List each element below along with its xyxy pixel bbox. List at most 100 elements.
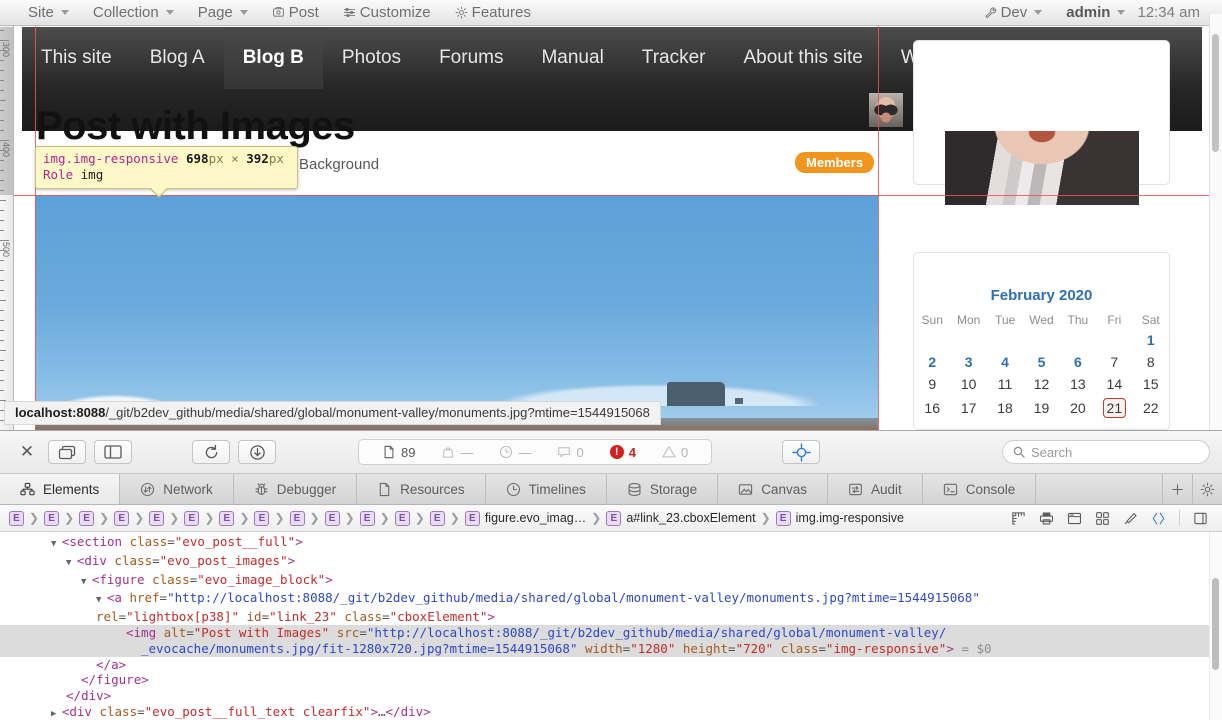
reload-icon[interactable] bbox=[192, 440, 230, 464]
disclosure-open-icon[interactable]: ▼ bbox=[66, 558, 77, 568]
dom-line[interactable]: </div> bbox=[0, 688, 1222, 704]
avatar[interactable] bbox=[869, 93, 904, 127]
dom-line[interactable]: ▼ <figure class="evo_image_block"> bbox=[0, 572, 1222, 591]
calendar-day[interactable]: 5 bbox=[1023, 351, 1059, 373]
disclosure-open-icon[interactable]: ▼ bbox=[96, 595, 107, 605]
tab-console[interactable]: Console bbox=[923, 474, 1037, 504]
tab-timelines[interactable]: Timelines bbox=[486, 474, 607, 504]
breadcrumb-item-collapsed[interactable]: E bbox=[357, 510, 378, 526]
calendar-day[interactable]: 18 bbox=[987, 395, 1023, 421]
calendar-day[interactable]: 12 bbox=[1023, 373, 1059, 395]
calendar-day[interactable]: 8 bbox=[1133, 351, 1169, 373]
box-model-icon[interactable] bbox=[1011, 511, 1026, 526]
post-hero-image[interactable] bbox=[35, 195, 878, 430]
print-icon[interactable] bbox=[1039, 511, 1054, 526]
disclosure-closed-icon[interactable]: ▶ bbox=[51, 709, 62, 719]
evo-bar-item-collection[interactable]: Collection bbox=[81, 4, 186, 21]
code-brackets-icon[interactable] bbox=[1151, 511, 1166, 526]
grid-icon[interactable] bbox=[1095, 511, 1110, 526]
calendar-day[interactable]: 16 bbox=[914, 395, 950, 421]
nav-item-tracker[interactable]: Tracker bbox=[623, 27, 725, 89]
calendar-day[interactable]: 19 bbox=[1023, 395, 1059, 421]
tab-canvas[interactable]: Canvas bbox=[718, 474, 828, 504]
calendar-day[interactable]: 9 bbox=[914, 373, 950, 395]
calendar-day[interactable]: 20 bbox=[1060, 395, 1096, 421]
breadcrumb-item-collapsed[interactable]: E bbox=[111, 510, 132, 526]
page-scrollbar[interactable] bbox=[1209, 14, 1222, 430]
calendar-day[interactable]: 17 bbox=[950, 395, 986, 421]
tab-storage[interactable]: Storage bbox=[607, 474, 719, 504]
disclosure-open-icon[interactable]: ▼ bbox=[51, 539, 62, 549]
nav-item-blog-b[interactable]: Blog B bbox=[223, 27, 323, 89]
crosshair-icon[interactable] bbox=[782, 440, 821, 464]
calendar-day[interactable]: 1 bbox=[1133, 329, 1169, 351]
tab-audit[interactable]: Audit bbox=[828, 474, 923, 504]
tab-resources[interactable]: Resources bbox=[357, 474, 486, 504]
nav-item-this-site[interactable]: This site bbox=[22, 27, 131, 89]
breadcrumb-item-collapsed[interactable]: E bbox=[427, 510, 448, 526]
evo-bar-item-dev[interactable]: Dev bbox=[972, 4, 1055, 21]
calendar-day-today[interactable]: 21 bbox=[1096, 395, 1132, 421]
calendar-day[interactable]: 4 bbox=[987, 351, 1023, 373]
dom-tree[interactable]: ▼ <section class="evo_post__full"> ▼ <div… bbox=[0, 532, 1222, 720]
sidebar-photo[interactable] bbox=[945, 131, 1139, 205]
split-view-icon[interactable] bbox=[94, 440, 132, 464]
disclosure-open-icon[interactable]: ▼ bbox=[81, 577, 92, 587]
breadcrumb-item-collapsed[interactable]: E bbox=[146, 510, 167, 526]
breadcrumb-item-collapsed[interactable]: E bbox=[41, 510, 62, 526]
dock-window-icon[interactable] bbox=[48, 440, 86, 464]
nav-item-manual[interactable]: Manual bbox=[522, 27, 622, 89]
calendar-day[interactable]: 3 bbox=[950, 351, 986, 373]
paintbrush-icon[interactable] bbox=[1123, 511, 1138, 526]
breadcrumb-item-collapsed[interactable]: E bbox=[322, 510, 343, 526]
dom-line[interactable]: ▼ <a href="http://localhost:8088/_git/b2… bbox=[0, 590, 1222, 609]
tab-elements[interactable]: Elements bbox=[0, 474, 121, 504]
breadcrumb-item-collapsed[interactable]: E bbox=[287, 510, 308, 526]
calendar-day[interactable]: 2 bbox=[914, 351, 950, 373]
close-icon[interactable]: ✕ bbox=[12, 442, 42, 462]
dom-line[interactable]: rel="lightbox[p38]" id="link_23" class="… bbox=[0, 609, 1222, 625]
calendar-day[interactable]: 10 bbox=[950, 373, 986, 395]
evo-bar-item-customize[interactable]: Customize bbox=[331, 4, 443, 21]
breadcrumb-item-collapsed[interactable]: E bbox=[76, 510, 97, 526]
evo-bar-item-site[interactable]: Site bbox=[16, 4, 81, 21]
calendar-day[interactable]: 6 bbox=[1060, 351, 1096, 373]
sidebar-toggle-icon[interactable] bbox=[1193, 511, 1208, 526]
breadcrumb-item-collapsed[interactable]: E bbox=[6, 510, 27, 526]
nav-item-blog-a[interactable]: Blog A bbox=[131, 27, 224, 89]
gear-icon[interactable] bbox=[1192, 474, 1222, 504]
calendar-day[interactable]: 14 bbox=[1096, 373, 1132, 395]
page-scrollbar-thumb[interactable] bbox=[1212, 34, 1219, 152]
dom-line[interactable]: </a> bbox=[0, 657, 1222, 673]
evo-bar-item-page[interactable]: Page bbox=[186, 4, 260, 21]
breadcrumb-item-collapsed[interactable]: E bbox=[181, 510, 202, 526]
breadcrumb-item[interactable]: Eimg.img-responsive bbox=[773, 510, 907, 526]
evo-bar-item-post[interactable]: Post bbox=[260, 4, 331, 21]
breadcrumb-item[interactable]: Ea#link_23.cboxElement bbox=[603, 510, 758, 526]
dom-line[interactable]: ▶ <div class="evo_post__full_text clearf… bbox=[0, 704, 1222, 720]
calendar-day[interactable]: 11 bbox=[987, 373, 1023, 395]
dom-scrollbar-thumb[interactable] bbox=[1212, 578, 1219, 670]
evo-bar-item-features[interactable]: Features bbox=[443, 4, 543, 21]
plus-icon[interactable] bbox=[1162, 474, 1192, 504]
calendar-day[interactable]: 7 bbox=[1096, 351, 1132, 373]
evo-bar-item-admin[interactable]: admin bbox=[1054, 4, 1137, 21]
nav-item-photos[interactable]: Photos bbox=[323, 27, 420, 89]
calendar-day[interactable]: 22 bbox=[1133, 395, 1169, 421]
dom-line[interactable]: ▼ <section class="evo_post__full"> bbox=[0, 534, 1222, 553]
dom-line[interactable]: </figure> bbox=[0, 672, 1222, 688]
tab-debugger[interactable]: Debugger bbox=[234, 474, 358, 504]
dom-line[interactable]: ▼ <div class="evo_post_images"> bbox=[0, 553, 1222, 572]
post-category[interactable]: Background bbox=[299, 156, 379, 173]
breadcrumb-item-collapsed[interactable]: E bbox=[392, 510, 413, 526]
search-input[interactable]: Search bbox=[1002, 440, 1210, 464]
nav-item-forums[interactable]: Forums bbox=[420, 27, 522, 89]
dom-line[interactable]: <img alt="Post with Images" src="http://… bbox=[0, 624, 1222, 641]
nav-item-about-this-site[interactable]: About this site bbox=[725, 27, 882, 89]
dom-scrollbar[interactable] bbox=[1209, 532, 1222, 720]
breadcrumb-item-collapsed[interactable]: E bbox=[251, 510, 272, 526]
breadcrumb-item-collapsed[interactable]: E bbox=[216, 510, 237, 526]
tab-network[interactable]: Network bbox=[120, 474, 234, 504]
dom-line[interactable]: _evocache/monuments.jpg/fit-1280x720.jpg… bbox=[0, 640, 1222, 657]
browser-window-icon[interactable] bbox=[1067, 511, 1082, 526]
